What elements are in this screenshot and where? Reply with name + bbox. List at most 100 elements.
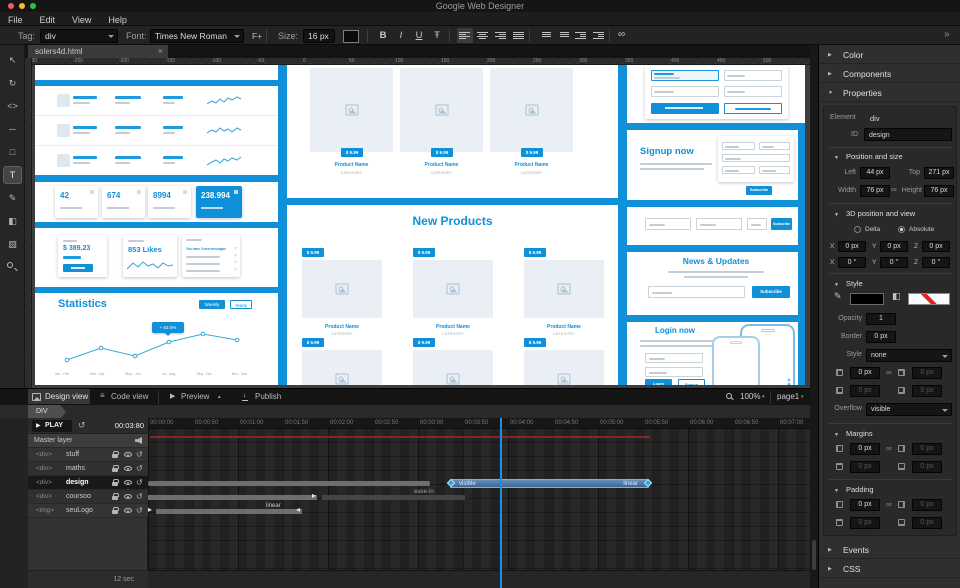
list-row[interactable] [35,86,278,116]
absolute-radio[interactable] [898,226,905,233]
chevron-down-icon[interactable]: ▼ [834,432,839,438]
padding-input[interactable]: 0 px [850,517,880,529]
bold-button[interactable]: B [375,28,391,43]
loop-icon[interactable]: ↺ [136,465,143,473]
translate-y-input[interactable]: 0 px [880,241,908,252]
panel-section-events[interactable]: ▶ Events [819,540,960,559]
delta-radio[interactable] [854,226,861,233]
chevron-down-icon[interactable]: ▾ [762,394,765,400]
message-close-icon[interactable]: × [234,253,237,259]
vertical-scrollbar[interactable] [810,45,818,588]
selection-tool[interactable]: ↖ [4,52,21,68]
play-button[interactable]: ▶ PLAY [32,420,72,432]
loop-icon[interactable]: ↺ [136,451,143,459]
chevron-down-icon[interactable]: ▼ [834,488,839,494]
eye-icon[interactable] [124,508,132,513]
text-tool[interactable]: T [4,167,21,183]
panel-section-color[interactable]: ▶ Color [819,45,960,64]
keyframe-audio-icon[interactable] [135,437,142,444]
align-center-button[interactable] [475,28,491,43]
chevron-down-icon[interactable]: ▾ [801,394,804,400]
rotate-y-input[interactable]: 0 ° [880,257,908,268]
eye-icon[interactable] [124,452,132,457]
panel-section-components[interactable]: ▶ Components [819,64,960,83]
zoom-tool[interactable] [4,259,21,275]
margin-input[interactable]: 0 px [850,443,880,455]
chevron-up-icon[interactable]: ▴ [218,394,221,400]
indent-decrease-button[interactable] [573,28,589,43]
top-input[interactable]: 271 px [924,167,954,179]
width-input[interactable]: 76 px [860,185,890,197]
lock-icon[interactable] [112,507,119,514]
breadcrumb[interactable]: DIV [28,405,66,419]
border-style-select[interactable]: none [866,349,952,362]
line-tool[interactable]: ─ [4,121,21,137]
master-layer-row[interactable]: Master layer [28,434,148,448]
layer-row-design[interactable]: <div> design ↺ [28,476,148,490]
keyframe-arrow-icon[interactable]: ▸ [148,505,152,515]
shape-tool[interactable]: □ [4,144,21,160]
scrollbar-thumb[interactable] [812,540,816,570]
link-dimensions-icon[interactable]: ∞ [891,185,897,195]
unordered-list-button[interactable] [555,28,571,43]
ordered-list-button[interactable] [537,28,553,43]
message-close-icon[interactable]: × [234,260,237,266]
track-bar[interactable] [156,509,302,514]
document-tab-close-icon[interactable]: × [158,45,163,58]
timeline-ruler[interactable]: 00:00:00 00:00:50 00:01:00 00:01:50 00:02:00… [148,418,810,429]
eye-icon[interactable] [124,494,132,499]
message-close-icon[interactable]: × [234,246,237,252]
loop-icon[interactable]: ↺ [136,493,143,501]
corner-radius-input[interactable]: 0 px [850,367,880,379]
canvas[interactable]: 42 674 8994 238.994 $ 389.23 853 Likes You … [32,65,810,388]
loop-toggle-icon[interactable]: ↺ [78,420,86,431]
layer-row-seuLogo[interactable]: <img> seuLogo ↺ [28,504,148,518]
toolbar-overflow-icon[interactable]: » [944,29,950,40]
eye-icon[interactable] [124,466,132,471]
border-color-pen-icon[interactable]: ✎ [834,291,842,302]
height-input[interactable]: 76 px [924,185,954,197]
align-left-button[interactable] [457,28,473,43]
lock-icon[interactable] [112,465,119,472]
size-input[interactable]: 16 px [303,29,335,43]
tab-design-view[interactable]: Design view [28,389,90,405]
tag-tool[interactable]: <> [4,98,21,114]
link-values-icon[interactable]: ∞ [886,500,892,510]
track-bar-dim[interactable] [322,495,465,500]
tab-code-view[interactable]: ≡ Code view [96,389,152,405]
fill-none-swatch[interactable] [908,293,950,305]
chevron-down-icon[interactable]: ▼ [834,282,839,288]
rotate-z-input[interactable]: 0 ° [922,257,950,268]
loop-icon[interactable]: ↺ [136,507,143,515]
chevron-down-icon[interactable]: ▼ [834,155,839,161]
link-values-icon[interactable]: ∞ [886,444,892,454]
italic-button[interactable]: I [393,28,409,43]
panel-section-css[interactable]: ▶ CSS [819,559,960,578]
add-font-button[interactable]: F+ [252,31,262,41]
lock-icon[interactable] [112,493,119,500]
lock-icon[interactable] [112,479,119,486]
pen-tool[interactable]: ✎ [4,190,21,206]
fill-bucket-icon[interactable]: ◧ [892,291,901,302]
rotate-x-input[interactable]: 0 ° [838,257,866,268]
loop-icon[interactable]: ↺ [136,479,143,487]
border-width-input[interactable]: 0 px [866,331,896,343]
align-justify-button[interactable] [511,28,527,43]
underline-button[interactable]: U [411,28,427,43]
lock-icon[interactable] [112,451,119,458]
panel-section-properties[interactable]: ▼ Properties [819,83,960,102]
link-values-icon[interactable]: ∞ [886,368,892,378]
left-input[interactable]: 44 px [860,167,890,179]
tag-select[interactable]: div [40,29,118,43]
padding-input[interactable]: 0 px [912,499,942,511]
chevron-down-icon[interactable]: ▼ [834,212,839,218]
playhead[interactable] [500,418,502,588]
tab-preview[interactable]: ▶ Preview ▴ [166,389,228,405]
translate-x-input[interactable]: 0 px [838,241,866,252]
translate-z-input[interactable]: 0 px [922,241,950,252]
message-close-icon[interactable]: × [234,267,237,273]
padding-input[interactable]: 0 px [912,517,942,529]
page-select[interactable]: page1 [777,392,799,401]
corner-radius-input[interactable]: 0 px [850,385,880,397]
list-row[interactable] [35,116,278,146]
